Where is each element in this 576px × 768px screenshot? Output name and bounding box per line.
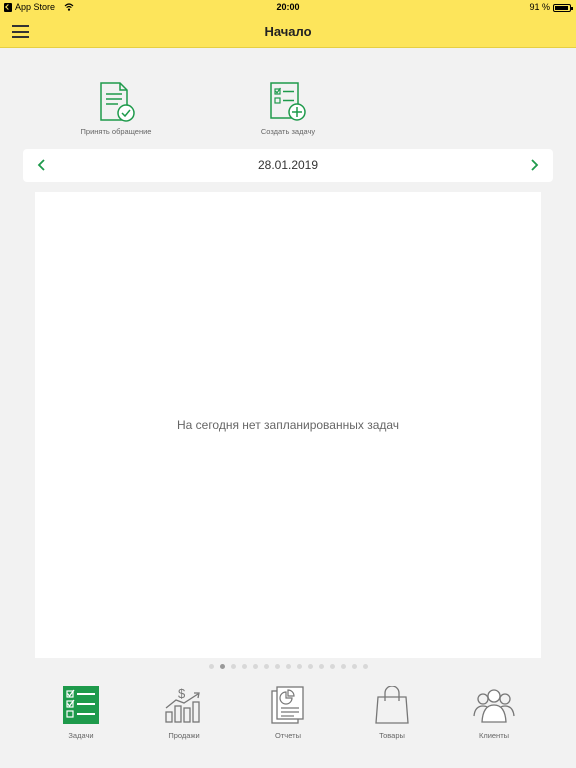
task-list-panel[interactable]: На сегодня нет запланированных задач — [35, 192, 541, 658]
date-selector: 28.01.2019 — [23, 149, 553, 182]
shopping-bag-icon — [375, 686, 409, 724]
page-dot[interactable] — [208, 664, 214, 669]
tab-products-label: Товары — [379, 731, 405, 740]
tasks-icon — [63, 686, 99, 724]
page-title: Начало — [264, 24, 312, 39]
page-dot[interactable] — [329, 664, 335, 669]
tab-clients[interactable]: Клиенты — [449, 686, 539, 740]
tab-products[interactable]: Товары — [347, 686, 437, 740]
tab-tasks-label: Задачи — [68, 731, 94, 740]
page-indicator[interactable] — [0, 664, 576, 669]
page-dot[interactable] — [252, 664, 258, 669]
page-dot[interactable] — [274, 664, 280, 669]
tab-sales[interactable]: $ Продажи — [139, 686, 229, 740]
chevron-right-icon[interactable] — [527, 158, 541, 172]
task-add-icon — [270, 82, 306, 121]
accept-request-button[interactable]: Принять обращение — [56, 80, 176, 136]
create-task-label: Создать задачу — [260, 127, 316, 136]
status-bar: App Store 20:00 91 % — [0, 0, 576, 15]
svg-text:$: $ — [178, 686, 186, 701]
tab-tasks[interactable]: Задачи — [36, 686, 126, 740]
page-dot[interactable] — [296, 664, 302, 669]
page-dot[interactable] — [307, 664, 313, 669]
empty-state-message: На сегодня нет запланированных задач — [176, 418, 400, 432]
tab-clients-label: Клиенты — [478, 731, 510, 740]
tab-reports-label: Отчеты — [275, 731, 301, 740]
page-dot[interactable] — [318, 664, 324, 669]
create-task-button[interactable]: Создать задачу — [228, 80, 348, 136]
battery-percent: 91 % — [529, 2, 550, 12]
page-dot[interactable] — [351, 664, 357, 669]
page-dot[interactable] — [285, 664, 291, 669]
accept-request-label: Принять обращение — [80, 127, 152, 136]
document-check-icon — [100, 82, 135, 122]
page-dot[interactable] — [219, 664, 225, 669]
page-dot[interactable] — [241, 664, 247, 669]
reports-icon — [271, 686, 304, 724]
tab-bar: Задачи $ Продажи Отчеты Товары Клиенты — [0, 680, 576, 768]
page-dot[interactable] — [362, 664, 368, 669]
page-dot[interactable] — [340, 664, 346, 669]
clients-icon — [473, 689, 515, 723]
nav-bar: Начало — [0, 15, 576, 48]
tab-sales-label: Продажи — [168, 731, 200, 740]
current-date[interactable]: 28.01.2019 — [23, 158, 553, 172]
clock: 20:00 — [276, 2, 300, 12]
page-dot[interactable] — [230, 664, 236, 669]
tab-reports[interactable]: Отчеты — [243, 686, 333, 740]
battery-icon — [553, 4, 573, 12]
page-dot[interactable] — [263, 664, 269, 669]
sales-chart-icon: $ — [165, 686, 200, 723]
